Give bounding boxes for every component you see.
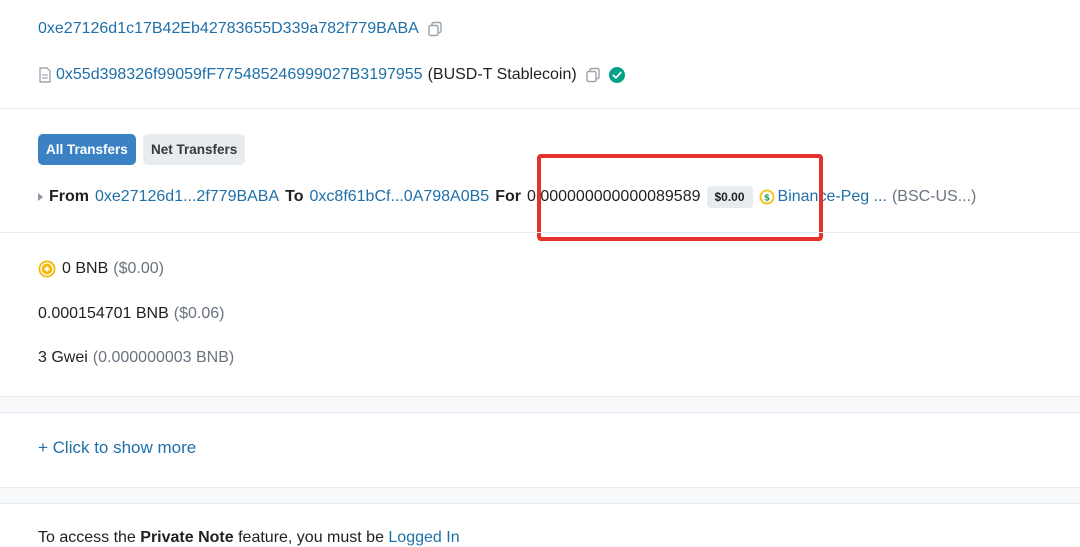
token-coin-icon: $ xyxy=(759,189,775,205)
for-label: For xyxy=(495,188,521,205)
value-usd: ($0.00) xyxy=(113,260,164,277)
note-prefix: To access the xyxy=(38,529,141,546)
fee-amount: 0.000154701 BNB xyxy=(38,305,169,322)
to-label: To xyxy=(285,188,304,205)
transfer-row: From 0xe27126d1...2f779BABA To 0xc8f61bC… xyxy=(38,186,976,208)
token-name: (BUSD-T Stablecoin) xyxy=(427,66,577,83)
divider xyxy=(0,232,1080,233)
value-line: 0 BNB ($0.00) xyxy=(38,260,164,278)
token-contract-row: 0x55d398326f99059fF775485246999027B31979… xyxy=(38,66,625,84)
transfer-amount: 0.000000000000089589 xyxy=(526,188,701,205)
to-address-link[interactable]: 0xc8f61bCf...0A798A0B5 xyxy=(310,188,490,206)
token-symbol: (BSC-US...) xyxy=(891,188,977,205)
address-row: 0xe27126d1c17B42Eb42783655D339a782f779BA… xyxy=(38,20,443,38)
address-link[interactable]: 0xe27126d1c17B42Eb42783655D339a782f779BA… xyxy=(38,20,419,38)
divider xyxy=(0,412,1080,413)
private-note-message: To access the Private Note feature, you … xyxy=(38,529,460,547)
login-link[interactable]: Logged In xyxy=(388,529,459,546)
from-address-link[interactable]: 0xe27126d1...2f779BABA xyxy=(95,188,279,206)
tab-all-transfers[interactable]: All Transfers xyxy=(38,134,136,165)
gas-price: 3 Gwei xyxy=(38,349,88,366)
document-icon xyxy=(39,67,51,83)
from-label: From xyxy=(49,188,89,205)
copy-icon[interactable] xyxy=(427,21,443,37)
divider xyxy=(0,108,1080,109)
usd-value-badge: $0.00 xyxy=(706,186,753,208)
verified-check-icon xyxy=(608,67,625,83)
copy-icon[interactable] xyxy=(585,67,601,83)
expand-caret-icon[interactable] xyxy=(38,193,43,201)
transaction-details-page: 0xe27126d1c17B42Eb42783655D339a782f779BA… xyxy=(0,0,1080,547)
token-link[interactable]: Binance-Peg ... xyxy=(778,188,887,206)
tab-net-transfers[interactable]: Net Transfers xyxy=(143,134,246,165)
note-middle: feature, you must be xyxy=(233,529,389,546)
gas-price-bnb: (0.000000003 BNB) xyxy=(92,349,235,366)
show-more-link[interactable]: + Click to show more xyxy=(38,438,196,458)
gas-price-line: 3 Gwei (0.000000003 BNB) xyxy=(38,349,234,367)
section-gap xyxy=(0,397,1080,412)
transaction-fee-line: 0.000154701 BNB ($0.06) xyxy=(38,305,224,323)
divider xyxy=(0,503,1080,504)
private-note-feature: Private Note xyxy=(140,529,234,546)
svg-text:$: $ xyxy=(763,194,769,204)
bnb-coin-icon xyxy=(38,260,56,278)
value-amount: 0 BNB xyxy=(62,260,109,277)
token-contract-link[interactable]: 0x55d398326f99059fF775485246999027B31979… xyxy=(56,66,423,84)
fee-usd: ($0.06) xyxy=(173,305,225,322)
section-gap xyxy=(0,488,1080,503)
